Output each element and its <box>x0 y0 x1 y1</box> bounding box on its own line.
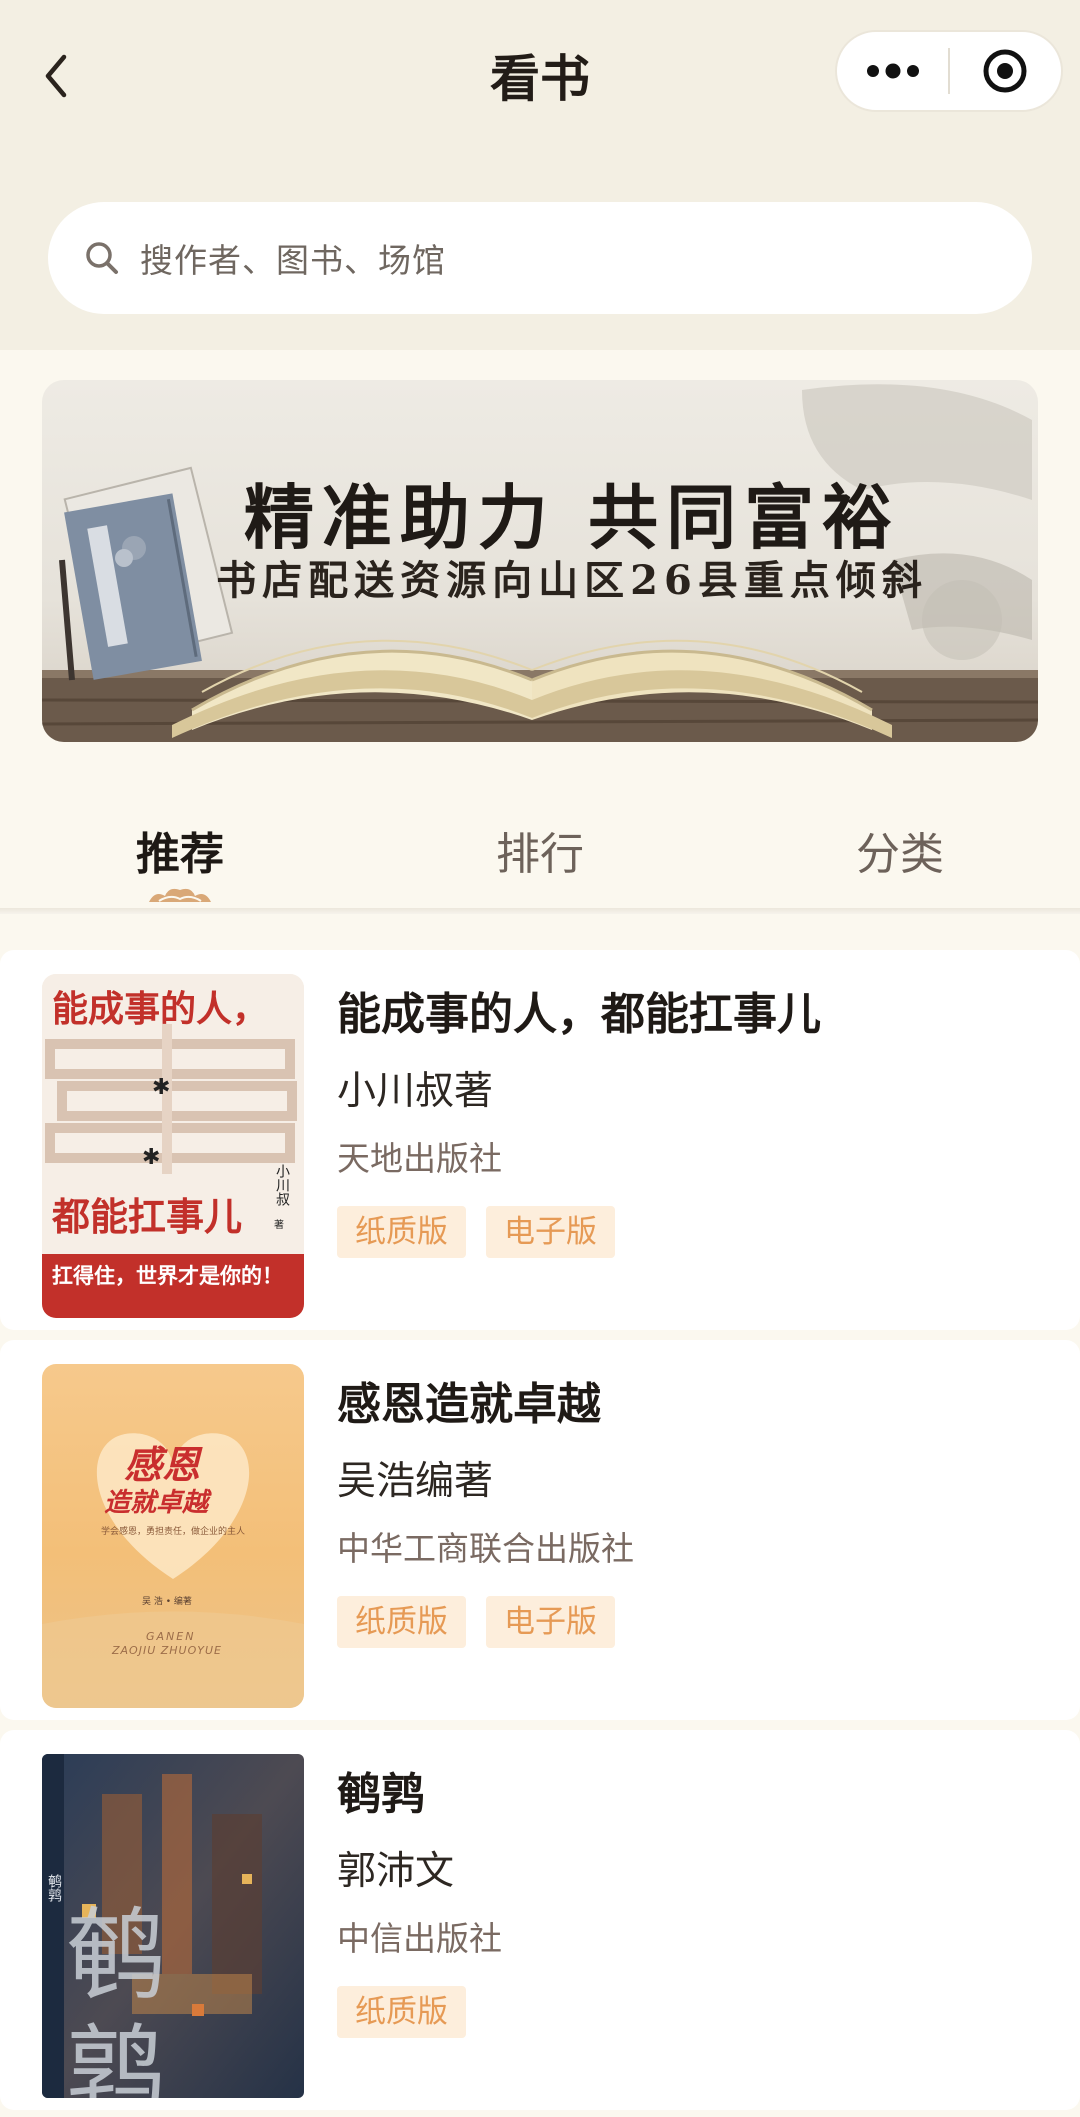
book-title: 感恩造就卓越 <box>337 1379 601 1430</box>
cover-subtitle: 学会感恩，勇担责任，做企业的主人 <box>100 1527 245 1537</box>
cover-author-suffix: 著 <box>274 1220 284 1231</box>
cover-title-top: 能成事的人， <box>52 988 269 1030</box>
tab-bar: 推荐 排行 分类 <box>0 800 1080 910</box>
cover-big-char-2: 鹑 <box>66 2013 166 2098</box>
promo-banner[interactable]: 精准助力 共同富裕 书店配送资源向山区26县重点倾斜 <box>42 380 1038 742</box>
cover-author: 小川叔 <box>274 1164 290 1206</box>
more-dots-icon <box>866 63 919 79</box>
tab-recommend[interactable]: 推荐 <box>0 800 360 910</box>
book-cover: 感恩 造就卓越 学会感恩，勇担责任，做企业的主人 吴 浩 • 编著 GANEN … <box>42 1364 304 1708</box>
cover-title-line2: 造就卓越 <box>104 1488 209 1518</box>
cover-spine-title: 鹌鹑 <box>46 1874 62 1902</box>
format-tags: 纸质版 <box>337 1986 466 2038</box>
banner-subheadline: 书店配送资源向山区26县重点倾斜 <box>216 557 928 604</box>
book-card[interactable]: 感恩 造就卓越 学会感恩，勇担责任，做企业的主人 吴 浩 • 编著 GANEN … <box>0 1340 1080 1720</box>
book-cover: 鹌 鹑 鹌鹑 <box>42 1754 304 2098</box>
book-card[interactable]: 鹌 鹑 鹌鹑 鹌鹑 郭沛文 中信出版社 纸质版 <box>0 1730 1080 2110</box>
more-button[interactable] <box>837 32 948 110</box>
book-title: 能成事的人，都能扛事儿 <box>337 989 821 1040</box>
cover-title-bottom: 都能扛事儿 <box>52 1194 243 1239</box>
cover-editor: 吴 浩 • 编著 <box>142 1597 192 1607</box>
format-tag-ebook: 电子版 <box>486 1596 615 1648</box>
search-placeholder: 搜作者、图书、场馆 <box>140 241 446 280</box>
book-author: 小川叔著 <box>337 1069 494 1114</box>
top-bar: 看书 搜作者、图书、场馆 <box>0 0 1080 350</box>
format-tag-ebook: 电子版 <box>486 1206 615 1258</box>
cloud-ornament-icon <box>149 888 211 902</box>
book-publisher: 中信出版社 <box>337 1919 502 1958</box>
cover-slogan: 扛得住，世界才是你的！ <box>52 1264 283 1288</box>
tabs-divider <box>0 908 1080 914</box>
cover-title-line1: 感恩 <box>124 1442 201 1487</box>
format-tag-paper: 纸质版 <box>337 1206 466 1258</box>
tab-label: 推荐 <box>136 829 224 880</box>
target-close-icon <box>983 49 1027 93</box>
book-author: 郭沛文 <box>337 1849 455 1894</box>
format-tags: 纸质版 电子版 <box>337 1596 615 1648</box>
mini-program-capsule <box>835 30 1063 112</box>
tab-ranking[interactable]: 排行 <box>360 800 720 910</box>
search-icon <box>86 242 118 274</box>
search-input[interactable]: 搜作者、图书、场馆 <box>48 202 1032 314</box>
cover-pinyin-2: ZAOJIU ZHUOYUE <box>112 1644 222 1657</box>
format-tags: 纸质版 电子版 <box>337 1206 615 1258</box>
close-button[interactable] <box>950 32 1061 110</box>
tab-label: 排行 <box>496 829 584 880</box>
format-tag-paper: 纸质版 <box>337 1986 466 2038</box>
book-card[interactable]: ✱ ✱ 能成事的人， 都能扛事儿 小川叔 著 扛得住，世界才是你的！ 能成事的人… <box>0 950 1080 1330</box>
format-tag-paper: 纸质版 <box>337 1596 466 1648</box>
book-publisher: 中华工商联合出版社 <box>337 1529 634 1568</box>
book-author: 吴浩编著 <box>337 1459 494 1504</box>
book-cover: ✱ ✱ 能成事的人， 都能扛事儿 小川叔 著 扛得住，世界才是你的！ <box>42 974 304 1318</box>
cover-pinyin-1: GANEN <box>146 1630 196 1643</box>
book-title: 鹌鹑 <box>337 1769 425 1820</box>
tab-label: 分类 <box>856 829 944 880</box>
tab-category[interactable]: 分类 <box>720 800 1080 910</box>
svg-text:✱: ✱ <box>152 1075 170 1100</box>
svg-text:✱: ✱ <box>142 1145 160 1170</box>
book-publisher: 天地出版社 <box>337 1139 502 1178</box>
